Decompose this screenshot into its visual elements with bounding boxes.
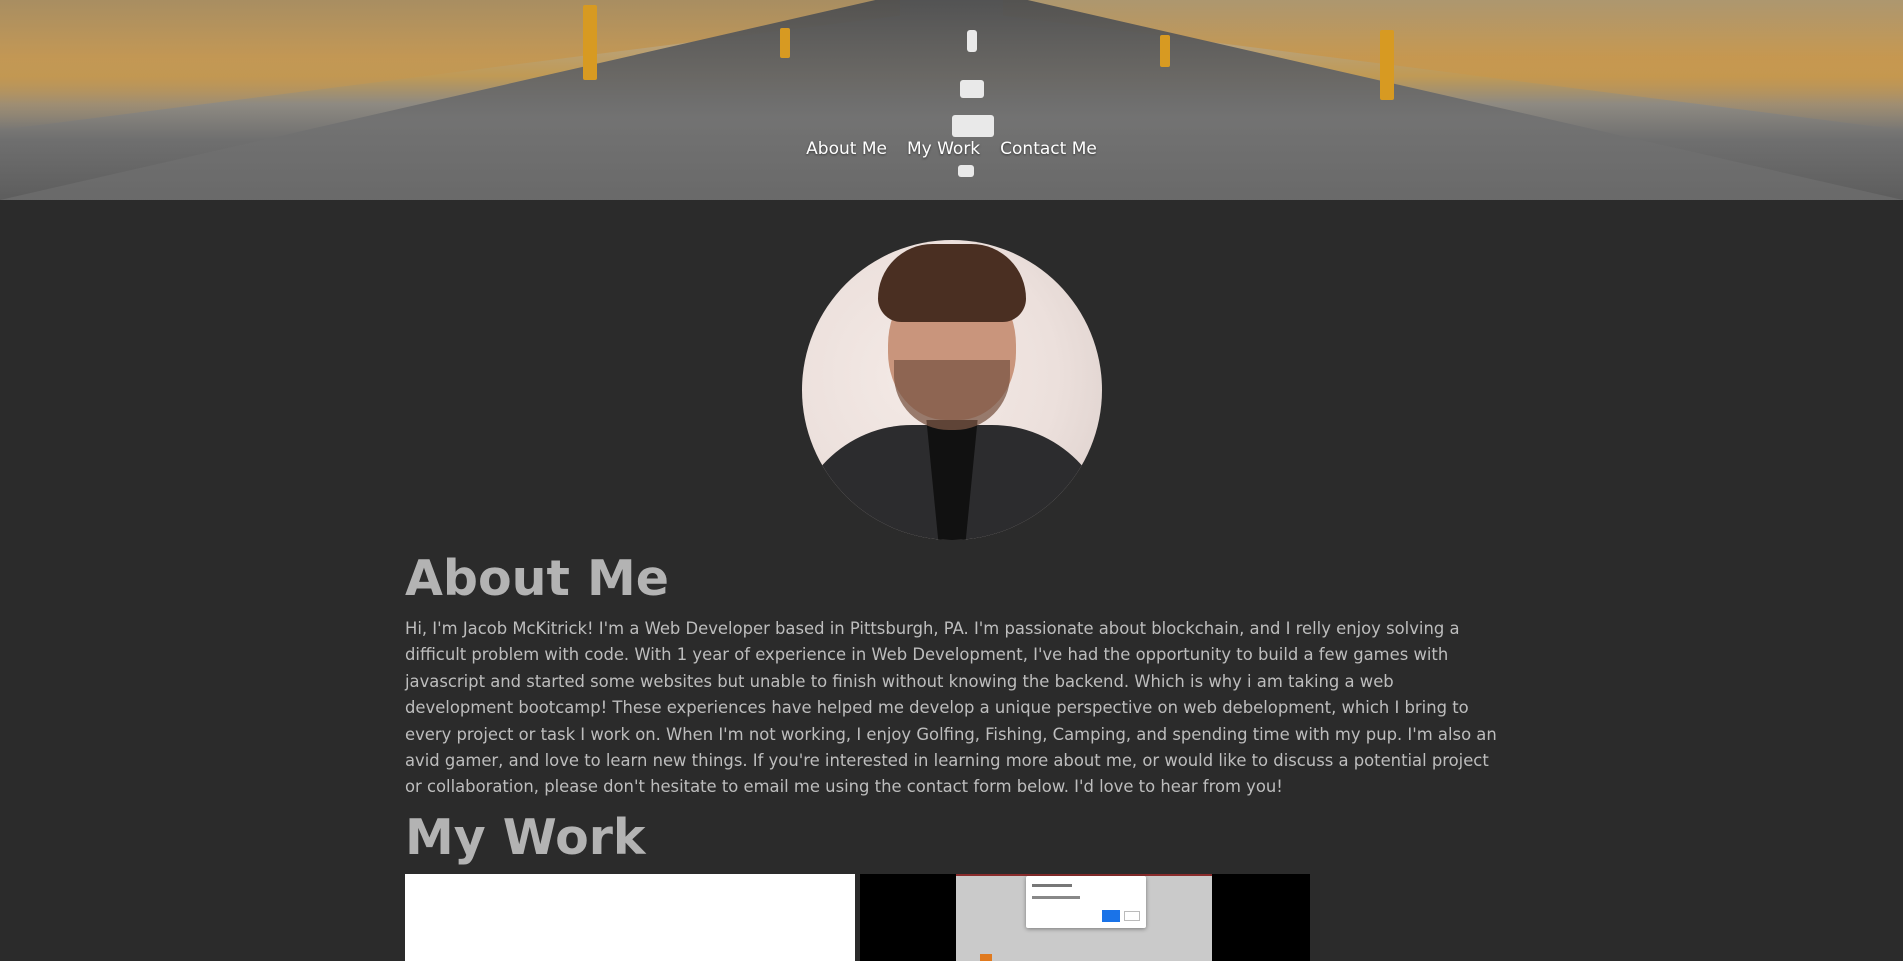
nav-link-about-me[interactable]: About Me bbox=[806, 139, 887, 159]
game-player-sprite bbox=[980, 954, 992, 961]
my-work-heading: My Work bbox=[405, 809, 646, 866]
profile-photo-hair bbox=[878, 244, 1026, 322]
hero-roadside-post bbox=[1380, 30, 1394, 100]
hero-roadside-post bbox=[583, 5, 597, 80]
nav-link-contact-me[interactable]: Contact Me bbox=[1000, 139, 1097, 159]
dialog-text-line bbox=[1032, 884, 1072, 887]
game-screenshot bbox=[956, 874, 1212, 961]
hero-lane-mark bbox=[960, 80, 984, 98]
dialog-text-line bbox=[1032, 896, 1080, 899]
hero-lane-mark bbox=[967, 30, 977, 52]
hero-roadside-post bbox=[1160, 35, 1170, 67]
hero-lane-mark bbox=[952, 115, 994, 137]
main-nav: About Me My Work Contact Me bbox=[0, 139, 1903, 159]
hero-roadside-post bbox=[780, 28, 790, 58]
profile-photo bbox=[802, 240, 1102, 540]
hero-lane-mark bbox=[958, 165, 974, 177]
about-me-text: Hi, I'm Jacob McKitrick! I'm a Web Devel… bbox=[405, 619, 1497, 797]
hero-banner: About Me My Work Contact Me bbox=[0, 0, 1903, 200]
nav-link-my-work[interactable]: My Work bbox=[907, 139, 980, 159]
dialog-ok-button bbox=[1102, 910, 1120, 922]
profile-photo-beard bbox=[894, 360, 1010, 430]
alert-dialog-preview bbox=[1026, 876, 1146, 928]
dialog-cancel-button bbox=[1124, 911, 1140, 921]
about-me-heading: About Me bbox=[405, 550, 670, 607]
work-project-thumbnail[interactable] bbox=[860, 874, 1310, 961]
work-project-thumbnail[interactable] bbox=[405, 874, 855, 961]
